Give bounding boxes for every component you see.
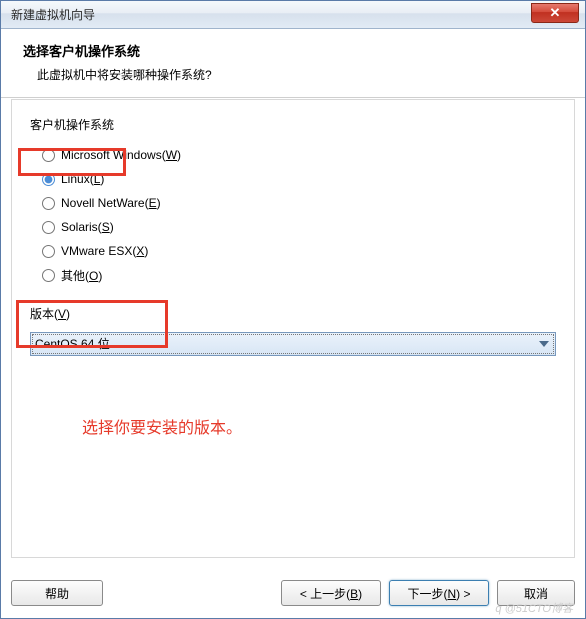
radio-other-input[interactable]	[42, 269, 55, 282]
version-select-wrap: CentOS 64 位	[30, 332, 556, 356]
header-title: 选择客户机操作系统	[23, 41, 563, 60]
radio-windows[interactable]: Microsoft Windows(W)	[42, 143, 556, 167]
radio-netware[interactable]: Novell NetWare(E)	[42, 191, 556, 215]
radio-vmware-esx-input[interactable]	[42, 245, 55, 258]
header-subtitle: 此虚拟机中将安装哪种操作系统?	[23, 66, 563, 83]
annotation-text: 选择你要安装的版本。	[30, 414, 556, 438]
radio-vmware-esx-label: VMware ESX(X)	[61, 244, 148, 258]
titlebar: 新建虚拟机向导 ✕	[1, 1, 585, 29]
radio-solaris-input[interactable]	[42, 221, 55, 234]
radio-solaris-label: Solaris(S)	[61, 220, 114, 234]
version-select[interactable]: CentOS 64 位	[30, 332, 556, 356]
window-title: 新建虚拟机向导	[11, 6, 95, 23]
version-label: 版本(V)	[30, 305, 556, 322]
radio-other[interactable]: 其他(O)	[42, 263, 556, 287]
radio-solaris[interactable]: Solaris(S)	[42, 215, 556, 239]
radio-linux-label: Linux(L)	[61, 172, 104, 186]
radio-other-label: 其他(O)	[61, 267, 102, 284]
radio-vmware-esx[interactable]: VMware ESX(X)	[42, 239, 556, 263]
next-button[interactable]: 下一步(N) >	[389, 580, 489, 606]
radio-linux-input[interactable]	[42, 173, 55, 186]
os-radio-group: Microsoft Windows(W) Linux(L) Novell Net…	[30, 143, 556, 287]
watermark: q @51CTO博客	[495, 600, 573, 616]
radio-windows-input[interactable]	[42, 149, 55, 162]
wizard-window: 新建虚拟机向导 ✕ 选择客户机操作系统 此虚拟机中将安装哪种操作系统? 客户机操…	[0, 0, 586, 619]
close-button[interactable]: ✕	[531, 3, 579, 23]
back-button[interactable]: < 上一步(B)	[281, 580, 381, 606]
content-panel: 客户机操作系统 Microsoft Windows(W) Linux(L) No…	[11, 99, 575, 558]
radio-netware-label: Novell NetWare(E)	[61, 196, 161, 210]
radio-netware-input[interactable]	[42, 197, 55, 210]
wizard-header: 选择客户机操作系统 此虚拟机中将安装哪种操作系统?	[1, 29, 585, 98]
radio-linux[interactable]: Linux(L)	[42, 167, 556, 191]
help-button[interactable]: 帮助	[11, 580, 103, 606]
footer: 帮助 < 上一步(B) 下一步(N) > 取消	[11, 580, 575, 606]
version-section: 版本(V) CentOS 64 位	[30, 305, 556, 356]
radio-windows-label: Microsoft Windows(W)	[61, 148, 181, 162]
close-icon: ✕	[550, 5, 561, 21]
os-group-label: 客户机操作系统	[30, 116, 556, 133]
